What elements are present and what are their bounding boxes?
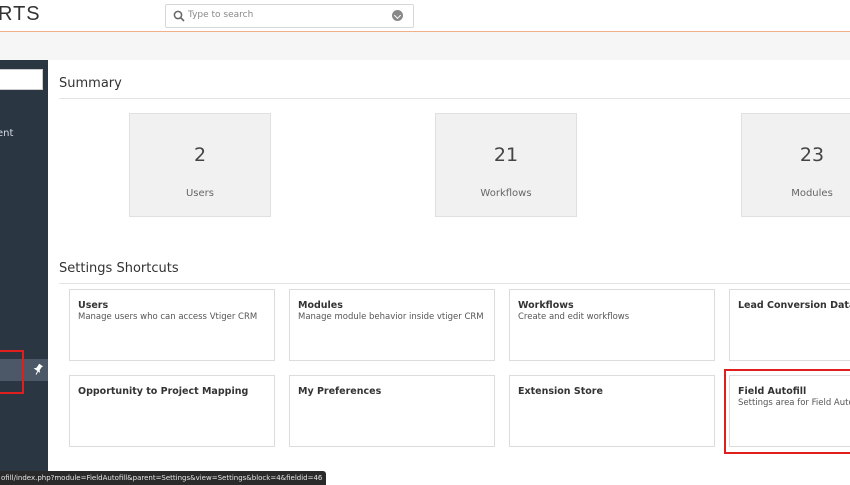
shortcut-card-lead-conversion[interactable]: Lead Conversion Data Ma: [729, 289, 850, 361]
stat-value: 21: [493, 144, 519, 166]
card-title: Workflows: [518, 300, 574, 311]
shortcut-card-workflows[interactable]: Workflows Create and edit workflows: [509, 289, 715, 361]
shortcut-card-my-preferences[interactable]: My Preferences: [289, 375, 495, 447]
card-title: Modules: [298, 300, 343, 311]
stat-users[interactable]: 2 Users: [129, 113, 271, 217]
shortcut-card-users[interactable]: Users Manage users who can access Vtiger…: [69, 289, 275, 361]
search-options-chevron-icon[interactable]: [392, 10, 403, 21]
global-search[interactable]: Type to search: [165, 4, 414, 28]
card-title: Lead Conversion Data Ma: [738, 300, 850, 311]
sub-header-strip: [0, 32, 850, 60]
card-description: Manage users who can access Vtiger CRM: [78, 312, 258, 322]
stat-value: 23: [799, 144, 825, 166]
search-input[interactable]: Type to search: [188, 10, 253, 20]
summary-title: Summary: [59, 76, 122, 91]
stat-label: Workflows: [480, 188, 532, 199]
settings-sidebar: ent: [0, 60, 48, 485]
sidebar-highlight-box: [0, 350, 24, 394]
stat-value: 2: [193, 144, 207, 166]
card-title: My Preferences: [298, 386, 382, 397]
card-description: Create and edit workflows: [518, 312, 630, 322]
pin-icon[interactable]: [33, 363, 43, 375]
stat-label: Users: [185, 188, 214, 199]
card-description: Manage module behavior inside vtiger CRM: [298, 312, 484, 322]
status-bar-url: ofill/index.php?module=FieldAutofill&par…: [0, 471, 327, 485]
shortcuts-divider: [59, 283, 850, 284]
sidebar-search-input[interactable]: [0, 69, 43, 90]
field-autofill-highlight-box: [724, 369, 850, 454]
stat-modules[interactable]: 23 Modules: [741, 113, 850, 217]
app-logo[interactable]: RTS: [0, 3, 41, 26]
card-title: Extension Store: [518, 386, 603, 397]
sidebar-item-label[interactable]: ent: [0, 128, 13, 139]
search-icon: [173, 10, 185, 22]
summary-divider: [59, 98, 850, 99]
card-title: Users: [78, 300, 109, 311]
top-header: RTS Type to search: [0, 0, 850, 32]
card-title: Opportunity to Project Mapping: [78, 386, 249, 397]
stat-label: Modules: [791, 188, 833, 199]
shortcuts-title: Settings Shortcuts: [59, 261, 179, 276]
shortcut-card-opportunity-mapping[interactable]: Opportunity to Project Mapping: [69, 375, 275, 447]
shortcut-card-modules[interactable]: Modules Manage module behavior inside vt…: [289, 289, 495, 361]
stat-workflows[interactable]: 21 Workflows: [435, 113, 577, 217]
settings-page: RTS Type to search ent Summary 2 Users 2…: [0, 0, 850, 485]
shortcut-card-extension-store[interactable]: Extension Store: [509, 375, 715, 447]
